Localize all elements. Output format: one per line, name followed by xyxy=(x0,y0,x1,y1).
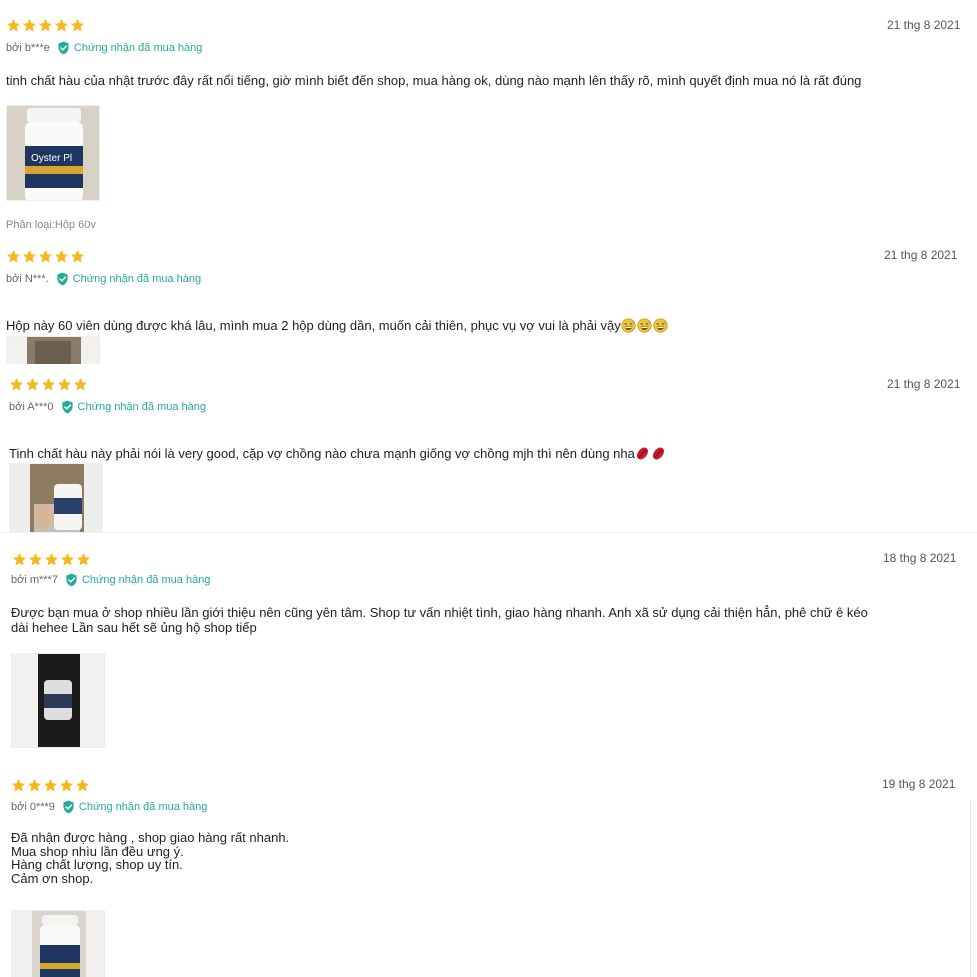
star-icon xyxy=(75,778,90,793)
review-comment: tinh chất hàu của nhật trước đây rất nổi… xyxy=(6,73,862,88)
review-item: 19 thg 8 2021 bởi 0***9 Chứng nhận đã mu… xyxy=(0,763,977,977)
kiss-lips-emoji-icon xyxy=(635,446,650,461)
star-icon xyxy=(54,249,69,264)
shield-check-icon xyxy=(62,800,75,814)
review-date: 21 thg 8 2021 xyxy=(887,377,961,391)
review-author: bởi m***7 xyxy=(11,574,58,586)
review-date: 21 thg 8 2021 xyxy=(884,248,958,262)
star-rating xyxy=(6,18,85,33)
star-icon xyxy=(73,377,88,392)
kiss-lips-emoji-icon xyxy=(651,446,666,461)
shield-check-icon xyxy=(57,41,70,55)
review-photo-image xyxy=(12,654,104,747)
scroll-edge xyxy=(970,800,971,977)
grinning-sweat-emoji-icon xyxy=(621,318,636,333)
star-icon xyxy=(44,552,59,567)
star-icon xyxy=(27,778,42,793)
review-photo-image xyxy=(12,911,104,977)
star-icon xyxy=(70,18,85,33)
shield-check-icon xyxy=(56,272,69,286)
star-icon xyxy=(54,18,69,33)
star-icon xyxy=(22,18,37,33)
verified-purchase-label: Chứng nhận đã mua hàng xyxy=(72,273,202,285)
star-rating xyxy=(6,249,85,264)
star-icon xyxy=(38,18,53,33)
star-icon xyxy=(6,18,21,33)
review-photo[interactable]: Oyster Pl xyxy=(6,105,100,201)
verified-purchase-label: Chứng nhận đã mua hàng xyxy=(73,42,203,54)
grinning-sweat-emoji-icon xyxy=(653,318,668,333)
review-author-row: bởi 0***9 Chứng nhận đã mua hàng xyxy=(11,800,207,814)
star-rating xyxy=(9,377,88,392)
review-author: bởi A***0 xyxy=(9,401,54,413)
review-author-row: bởi N***. Chứng nhận đã mua hàng xyxy=(6,272,201,286)
star-icon xyxy=(28,552,43,567)
review-author: bởi N***. xyxy=(6,273,49,285)
star-rating xyxy=(12,552,91,567)
review-author-row: bởi A***0 Chứng nhận đã mua hàng xyxy=(9,400,206,414)
star-icon xyxy=(25,377,40,392)
star-rating xyxy=(11,778,90,793)
verified-purchase-label: Chứng nhận đã mua hàng xyxy=(81,574,211,586)
star-icon xyxy=(11,778,26,793)
review-author: bởi b***e xyxy=(6,42,50,54)
review-photo[interactable] xyxy=(11,653,105,748)
grinning-sweat-emoji-icon xyxy=(637,318,652,333)
shield-check-icon xyxy=(61,400,74,414)
review-date: 19 thg 8 2021 xyxy=(882,777,956,791)
star-icon xyxy=(41,377,56,392)
verified-purchase-label: Chứng nhận đã mua hàng xyxy=(77,401,206,413)
review-photo-image xyxy=(10,464,102,532)
product-variation: Phân loại:Hộp 60v xyxy=(6,219,96,231)
star-icon xyxy=(76,552,91,567)
review-comment: Đã nhận được hàng , shop giao hàng rất n… xyxy=(11,830,290,886)
product-bottle-image: Oyster Pl xyxy=(7,106,99,200)
star-icon xyxy=(70,249,85,264)
review-photo-image xyxy=(7,337,99,364)
review-author: bởi 0***9 xyxy=(11,801,55,813)
review-comment-text: Tinh chất hàu này phải nói là very good,… xyxy=(9,446,635,461)
review-item: 21 thg 8 2021 bởi A***0 Chứng nhận đã mu… xyxy=(0,364,977,532)
star-icon xyxy=(59,778,74,793)
review-photo[interactable] xyxy=(11,910,105,977)
review-comment: Hộp này 60 viên dùng được khá lâu, mình … xyxy=(6,303,966,333)
review-date: 18 thg 8 2021 xyxy=(883,551,957,565)
review-author-row: bởi b***e Chứng nhận đã mua hàng xyxy=(6,41,202,55)
review-item: 21 thg 8 2021 bởi b***e Chứng nhận đã mu… xyxy=(0,0,977,240)
review-item: 21 thg 8 2021 bởi N***. Chứng nhận đã mu… xyxy=(0,240,977,364)
star-icon xyxy=(60,552,75,567)
review-photo[interactable] xyxy=(6,336,100,364)
review-comment: Tinh chất hàu này phải nói là very good,… xyxy=(9,431,964,461)
review-date: 21 thg 8 2021 xyxy=(887,18,961,32)
star-icon xyxy=(38,249,53,264)
star-icon xyxy=(12,552,27,567)
review-item: 18 thg 8 2021 bởi m***7 Chứng nhận đã mu… xyxy=(0,533,977,763)
bottle-label: Oyster Pl xyxy=(31,153,72,164)
verified-purchase-label: Chứng nhận đã mua hàng xyxy=(78,801,208,813)
shield-check-icon xyxy=(65,573,78,587)
star-icon xyxy=(6,249,21,264)
star-icon xyxy=(9,377,24,392)
star-icon xyxy=(22,249,37,264)
review-author-row: bởi m***7 Chứng nhận đã mua hàng xyxy=(11,573,210,587)
review-comment-text: Hộp này 60 viên dùng được khá lâu, mình … xyxy=(6,318,621,333)
star-icon xyxy=(43,778,58,793)
review-photo[interactable] xyxy=(9,463,103,532)
review-comment: Được bạn mua ở shop nhiều lần giới thiệu… xyxy=(11,605,868,635)
star-icon xyxy=(57,377,72,392)
